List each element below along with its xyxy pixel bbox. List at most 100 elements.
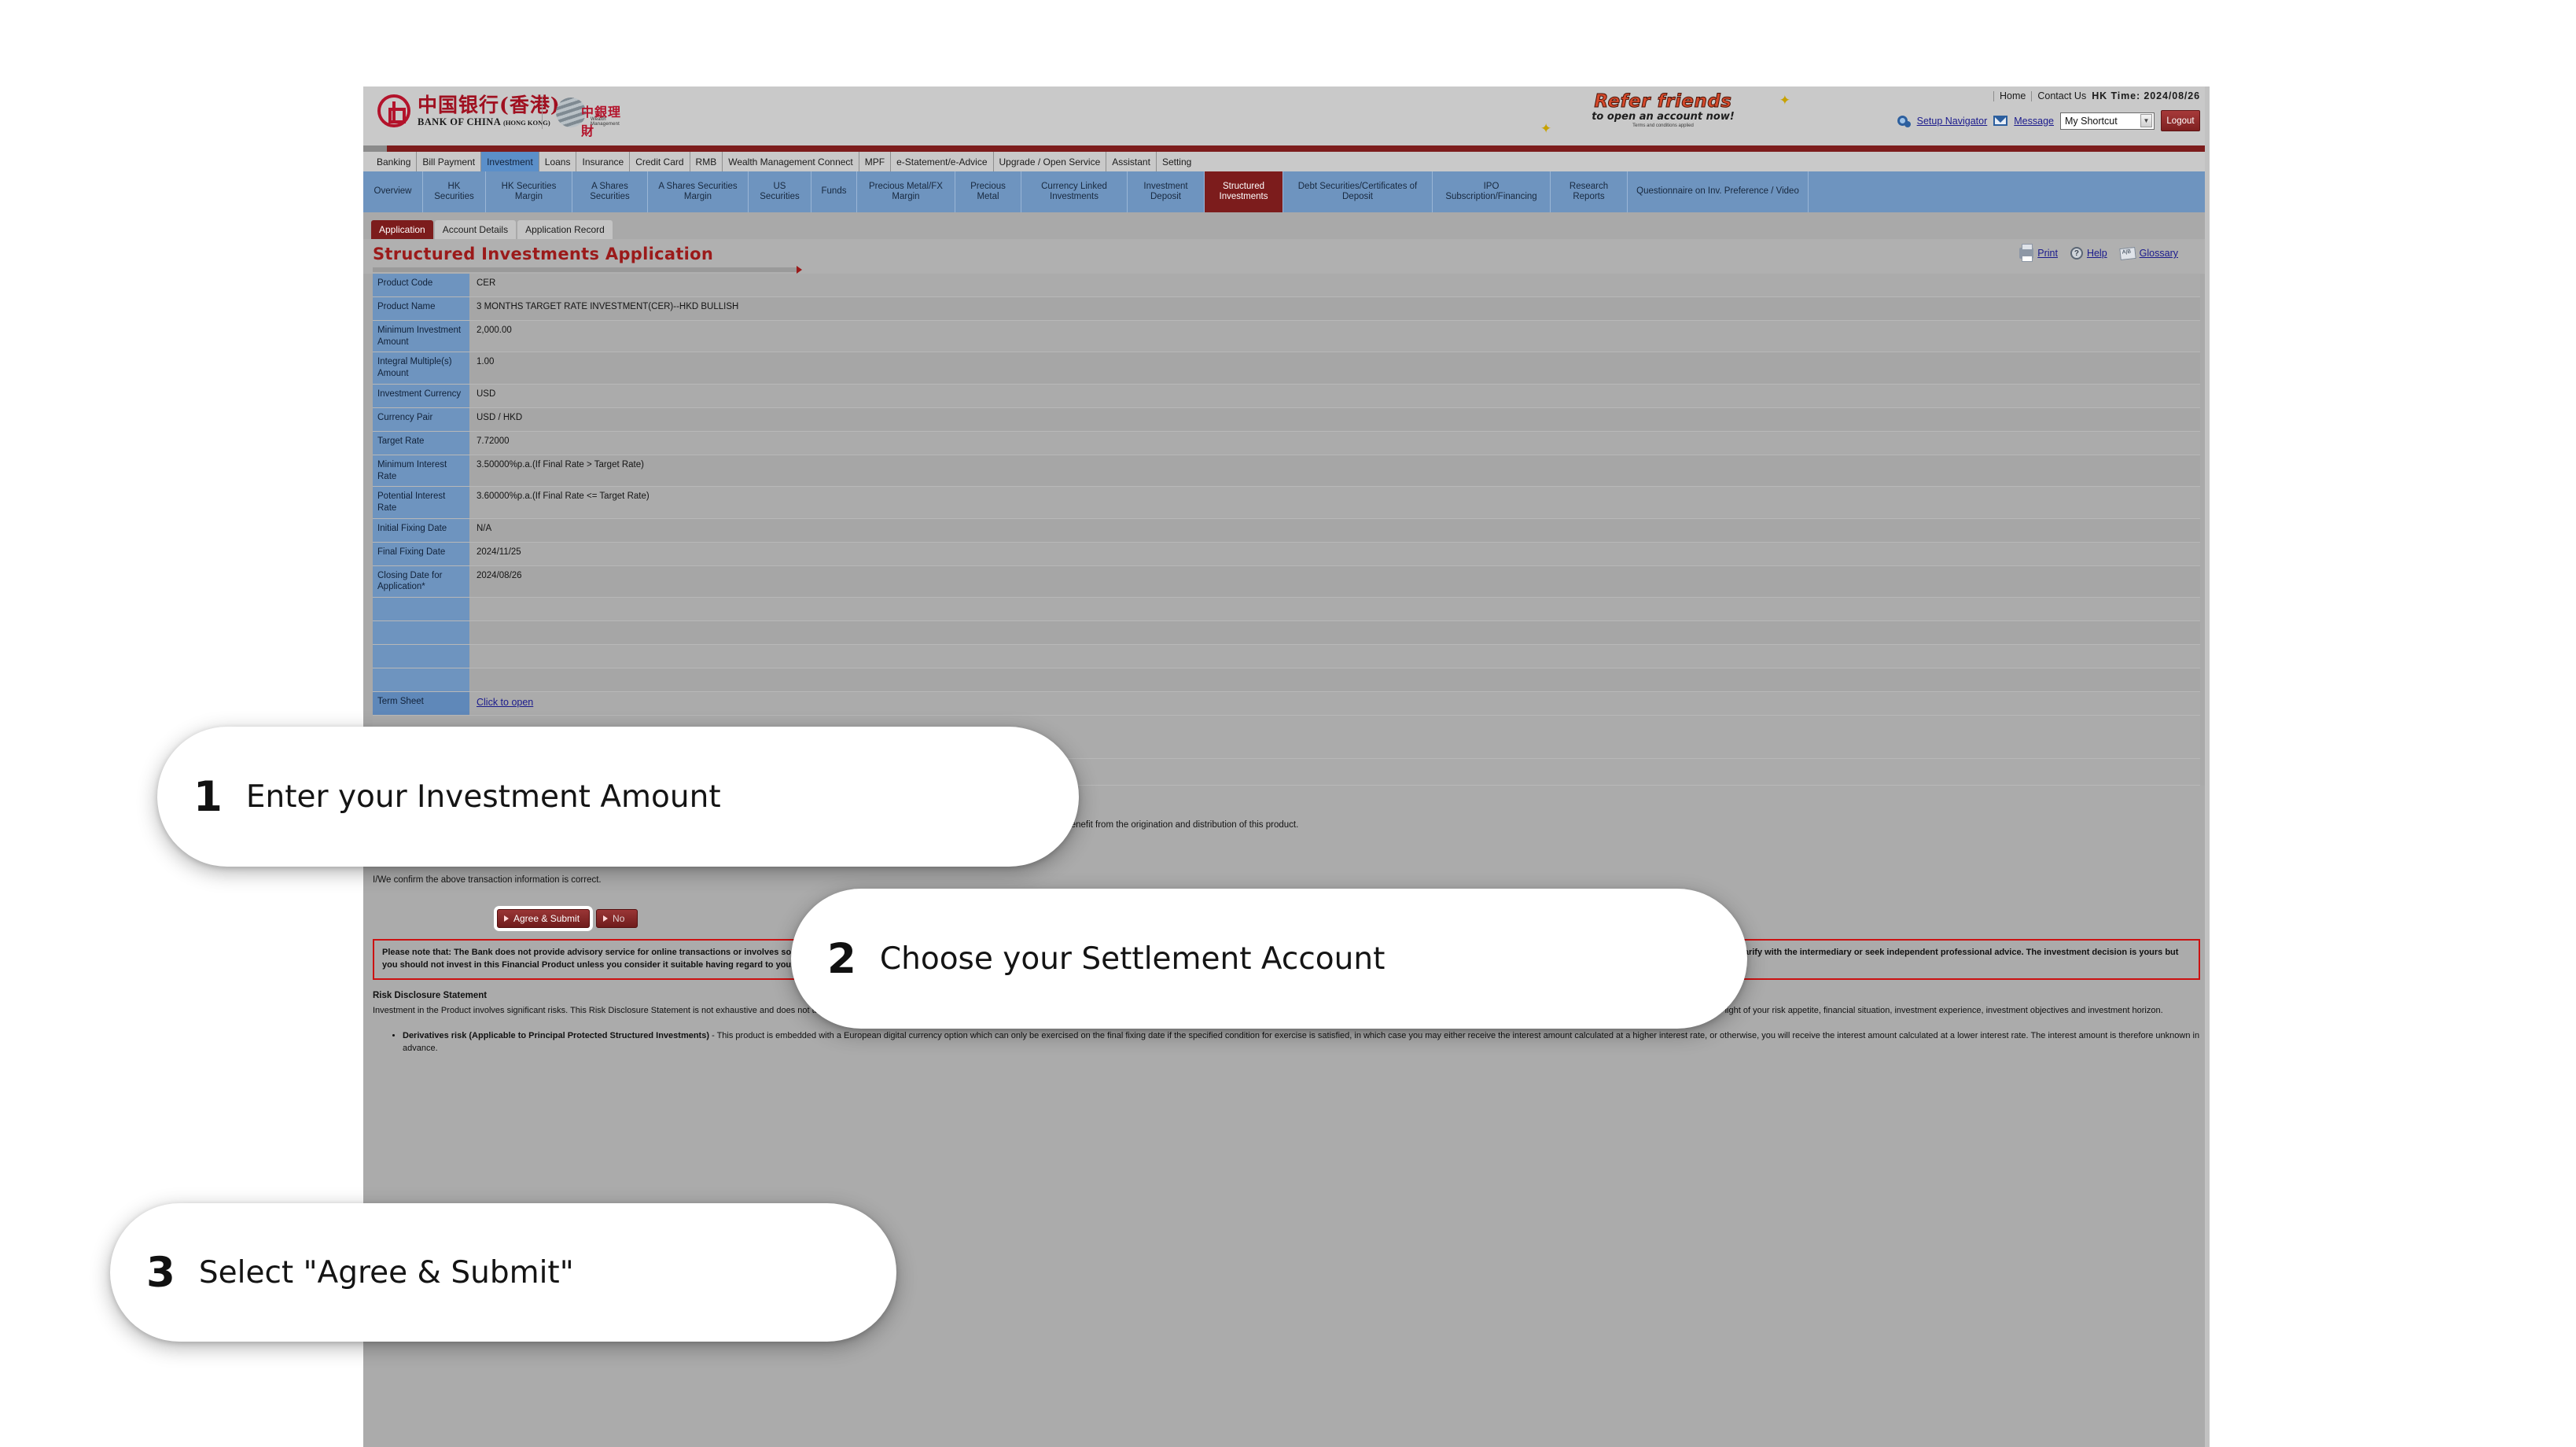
book-icon [2118,246,2136,260]
term-sheet-label: Term Sheet [373,692,470,716]
table-row: Minimum Interest Rate 3.50000%p.a.(If Fin… [373,455,2200,488]
table-row: Final Fixing Date 2024/11/25 [373,542,2200,566]
primary-navigation: Banking Bill Payment Investment Loans Insura… [363,152,2210,171]
refer-subline: to open an account now! [1592,111,1735,123]
nav1-item-investment[interactable]: Investment [480,152,539,171]
setup-navigator-link[interactable]: Setup Navigator [1917,116,1988,127]
nav1-item-upgrade-open-service[interactable]: Upgrade / Open Service [992,152,1106,171]
print-link[interactable]: Print [2037,248,2058,259]
callout-number: 3 [146,1248,175,1297]
printer-icon [2019,244,2034,262]
callout-text: Choose your Settlement Account [879,941,1386,977]
callout-text: Enter your Investment Amount [245,779,721,815]
detail-value: CER [470,274,2200,296]
glossary-link[interactable]: Glossary [2140,248,2178,259]
agree-and-submit-label: Agree & Submit [513,912,580,924]
table-row [373,645,2200,669]
nav1-item-bill-payment[interactable]: Bill Payment [416,152,480,171]
wealth-management-logo[interactable]: 中銀理財 Wealth Management [556,97,631,138]
table-row: Potential Interest Rate 3.60000%p.a.(If F… [373,487,2200,519]
nav2-item-funds[interactable]: Funds [811,171,857,212]
logout-button[interactable]: Logout [2161,110,2200,131]
nav1-item-mpf[interactable]: MPF [858,152,890,171]
table-row: Integral Multiple(s) Amount 1.00 [373,352,2200,385]
table-row [373,598,2200,622]
no-button[interactable]: No [596,908,638,928]
contact-us-link[interactable]: Contact Us [2037,90,2086,101]
page-tools: Print ? Help Glossary [2019,244,2178,262]
refer-friends-banner[interactable]: ✦ ✦ Refer friends to open an account now… [1540,91,1790,137]
detail-value: 1.00 [470,352,2200,384]
nav2-item-hk-securities-margin[interactable]: HK Securities Margin [486,171,572,212]
nav1-item-assistant[interactable]: Assistant [1106,152,1156,171]
message-link[interactable]: Message [2014,116,2054,127]
secondary-navigation: Overview HK Securities HK Securities Margi… [363,171,2210,212]
tab-account-details[interactable]: Account Details [434,220,517,239]
row-spacer [373,716,2200,727]
product-details-table: Product Code CER Product Name 3 MONTHS TARG… [363,274,2210,693]
nav1-item-wealth-management-connect[interactable]: Wealth Management Connect [722,152,859,171]
sparkle-icon: ✦ [1779,93,1790,108]
detail-label [373,621,470,645]
detail-value: N/A [470,518,2200,542]
nav2-item-a-shares-securities-margin[interactable]: A Shares Securities Margin [648,171,749,212]
nav2-item-currency-linked-investments[interactable]: Currency Linked Investments [1021,171,1128,212]
print-tool[interactable]: Print [2019,244,2058,262]
nav2-item-precious-metal[interactable]: Precious Metal [955,171,1021,212]
nav1-item-credit-card[interactable]: Credit Card [629,152,689,171]
refer-terms: Terms and conditions applied [1632,123,1694,128]
nav2-item-overview[interactable]: Overview [363,171,423,212]
table-row: Product Name 3 MONTHS TARGET RATE INVESTM… [373,297,2200,321]
nav2-item-debt-securities-certificates-of-deposit[interactable]: Debt Securities/Certificates of Deposit [1283,171,1433,212]
nav2-item-structured-investments[interactable]: Structured Investments [1205,171,1283,212]
nav2-item-questionnaire-on-inv-preference-video[interactable]: Questionnaire on Inv. Preference / Video [1628,171,1809,212]
vertical-scrollbar[interactable] [2205,87,2210,1447]
wealth-label-english: Wealth Management [591,117,620,127]
nav1-item-e-statement-e-advice[interactable]: e-Statement/e-Advice [890,152,992,171]
detail-value: 2,000.00 [470,321,2200,352]
nav2-item-precious-metal-fx-margin[interactable]: Precious Metal/FX Margin [857,171,955,212]
gear-icon[interactable] [1897,115,1911,127]
nav1-item-loans[interactable]: Loans [538,152,576,171]
detail-label: Product Code [373,274,470,296]
detail-value: USD / HKD [470,407,2200,431]
nav1-item-banking[interactable]: Banking [371,152,416,171]
glossary-tool[interactable]: Glossary [2118,246,2178,260]
tab-application[interactable]: Application [371,220,433,239]
bank-name-english: BANK OF CHINA (HONG KONG) [418,116,550,127]
detail-label: Currency Pair [373,407,470,431]
callout-number: 2 [827,934,856,983]
detail-label: Target Rate [373,431,470,455]
risk-bullet-title: Derivatives risk (Applicable to Principa… [403,1030,710,1040]
home-link[interactable]: Home [2000,90,2026,101]
nav2-item-ipo-subscription-financing[interactable]: IPO Subscription/Financing [1433,171,1551,212]
agree-and-submit-button[interactable]: Agree & Submit [497,908,591,928]
table-row: Closing Date for Application* 2024/08/26 [373,565,2200,598]
nav2-item-us-securities[interactable]: US Securities [749,171,811,212]
nav2-item-research-reports[interactable]: Research Reports [1551,171,1628,212]
detail-label: Closing Date for Application* [373,565,470,598]
nav2-item-hk-securities[interactable]: HK Securities [423,171,486,212]
my-shortcut-select[interactable]: My Shortcut ▼ [2060,112,2155,130]
nav2-item-a-shares-securities[interactable]: A Shares Securities [572,171,648,212]
detail-value [470,645,2200,668]
table-row [373,621,2200,646]
help-link[interactable]: Help [2087,248,2107,259]
nav2-item-investment-deposit[interactable]: Investment Deposit [1128,171,1205,212]
term-sheet-link[interactable]: Click to open [477,697,533,708]
tab-application-record[interactable]: Application Record [517,220,613,239]
nav1-item-rmb[interactable]: RMB [689,152,723,171]
nav1-item-insurance[interactable]: Insurance [576,152,629,171]
detail-value [470,621,2200,645]
header-action-row: Setup Navigator Message My Shortcut ▼ Lo… [1897,110,2200,131]
bank-of-china-logo[interactable]: 中国银行(香港) BANK OF CHINA (HONG KONG) [377,94,561,127]
detail-label: Potential Interest Rate [373,487,470,518]
detail-label: Final Fixing Date [373,542,470,565]
envelope-icon[interactable] [1993,116,2008,126]
boc-seal-icon [377,94,410,127]
detail-label [373,645,470,668]
question-icon: ? [2070,247,2083,260]
help-tool[interactable]: ? Help [2070,247,2107,260]
table-row: Investment Currency USD [373,384,2200,408]
nav1-item-setting[interactable]: Setting [1155,152,1197,171]
